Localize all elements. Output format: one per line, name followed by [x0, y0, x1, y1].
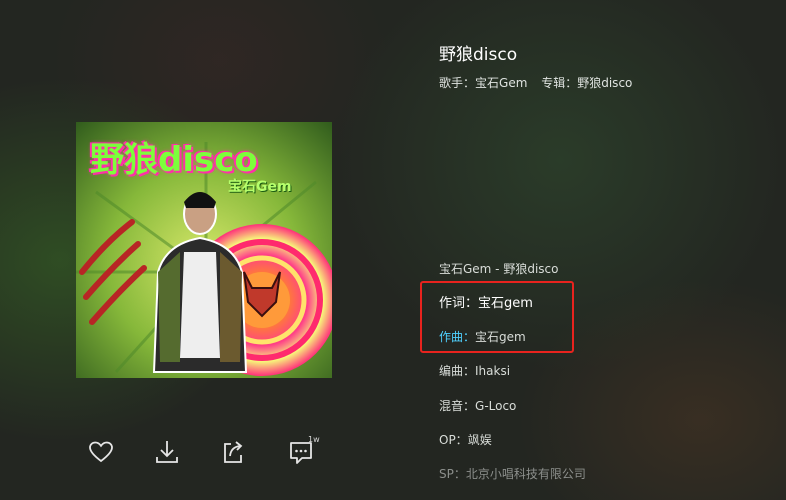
album-art-title: 野狼disco [90, 140, 258, 180]
mixing-line: 混音：G-Loco [439, 397, 516, 414]
album-art-artist: 宝石Gem [228, 179, 292, 195]
sp-label: SP： [439, 467, 466, 481]
op-label: OP： [439, 433, 468, 447]
mixing-label: 混音： [439, 399, 476, 413]
share-button[interactable] [216, 434, 250, 470]
song-meta: 歌手：宝石Gem 专辑：野狼disco [439, 74, 632, 91]
arranger-line: 编曲：Ihaksi [439, 362, 510, 379]
op-value: 飒娱 [467, 433, 492, 447]
heart-icon [89, 441, 113, 463]
comment-button[interactable]: 1w [284, 434, 320, 470]
share-icon [224, 441, 243, 463]
album-link[interactable]: 野狼disco [577, 74, 632, 91]
lyrics-header: 宝石Gem - 野狼disco [439, 262, 559, 276]
op-line: OP：飒娱 [439, 431, 492, 448]
song-title: 野狼disco [439, 45, 518, 65]
arranger-label: 编曲： [439, 364, 476, 378]
sp-line: SP：北京小唱科技有限公司 [439, 465, 586, 482]
action-bar: 1w [84, 434, 334, 470]
like-button[interactable] [84, 434, 118, 470]
album-cover: 野狼disco 宝石Gem [76, 122, 332, 378]
download-icon [156, 441, 178, 463]
download-button[interactable] [150, 434, 184, 470]
highlight-box [420, 281, 574, 353]
mixing-value: G-Loco [475, 399, 517, 413]
arranger-value: Ihaksi [475, 364, 511, 378]
artist-label: 歌手： [439, 76, 476, 90]
artist-link[interactable]: 宝石Gem [475, 74, 527, 91]
album-label: 专辑： [541, 76, 578, 90]
sp-value: 北京小唱科技有限公司 [465, 467, 586, 481]
comment-count: 1w [308, 435, 320, 444]
